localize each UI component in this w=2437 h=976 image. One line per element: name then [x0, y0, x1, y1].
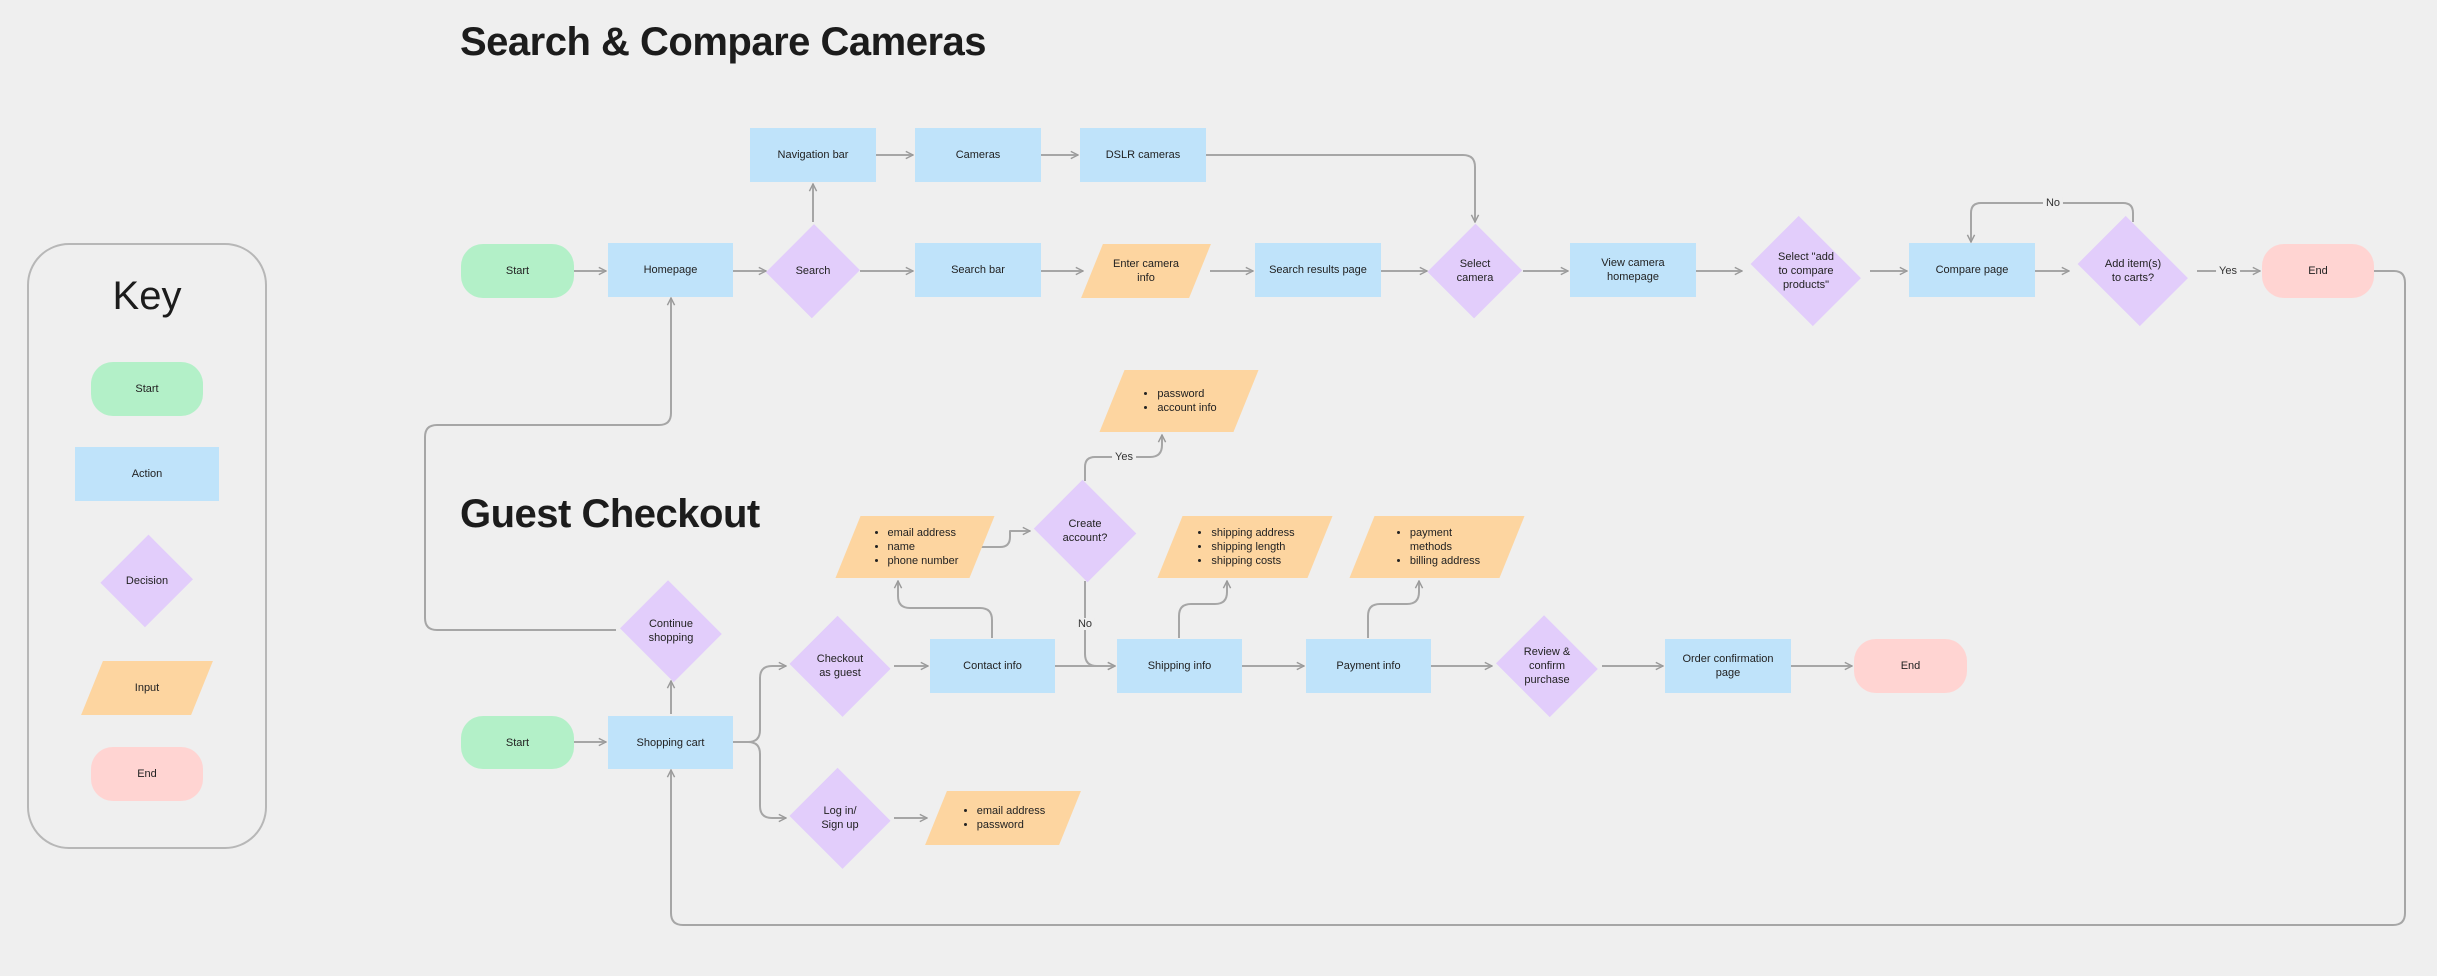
edge-dslr-select [1206, 154, 1475, 222]
list-item: phone number [888, 554, 959, 568]
key-input-label: Input [134, 682, 160, 694]
search-end[interactable]: End [2262, 244, 2374, 298]
search-start[interactable]: Start [461, 244, 574, 298]
view-camera-homepage-box[interactable]: View camera homepage [1570, 243, 1696, 297]
payment-inputs[interactable]: payment methods billing address [1362, 516, 1512, 578]
select-camera-decision[interactable]: Select camera [1427, 222, 1523, 320]
add-items-to-carts-decision[interactable]: Add item(s) to carts? [2069, 222, 2197, 320]
list-item: shipping costs [1211, 554, 1294, 568]
key-action-label: Action [131, 468, 163, 480]
list-item: password [1157, 387, 1216, 401]
edge-continue-homepage [424, 298, 671, 631]
key-end-label: End [137, 768, 157, 780]
guest-inputs-list: email address name phone number [872, 526, 959, 568]
search-decision[interactable]: Search [766, 222, 860, 320]
dslr-cameras-box[interactable]: DSLR cameras [1080, 128, 1206, 182]
compare-page-box[interactable]: Compare page [1909, 243, 2035, 297]
key-start-shape: Start [91, 362, 203, 416]
payment-inputs-list: payment methods billing address [1394, 526, 1480, 568]
payment-info-box[interactable]: Payment info [1306, 639, 1431, 693]
checkout-flow-title: Guest Checkout [460, 492, 760, 536]
key-title: Key [112, 274, 182, 318]
login-inputs-list: email address password [961, 804, 1045, 832]
list-item: name [888, 540, 959, 554]
shopping-cart-box[interactable]: Shopping cart [608, 716, 733, 769]
edge-payment-inputs [1367, 581, 1419, 638]
homepage-box[interactable]: Homepage [608, 243, 733, 297]
key-action-shape: Action [75, 447, 219, 501]
edge-shipping-inputs [1178, 581, 1227, 638]
navigation-bar-box[interactable]: Navigation bar [750, 128, 876, 182]
order-confirmation-page-box[interactable]: Order confirmation page [1665, 639, 1791, 693]
shipping-info-box[interactable]: Shipping info [1117, 639, 1242, 693]
enter-camera-info-input[interactable]: Enter camera info [1092, 244, 1200, 298]
key-decision-shape: Decision [101, 532, 193, 630]
checkout-end[interactable]: End [1854, 639, 1967, 693]
search-flow-title: Search & Compare Cameras [460, 20, 987, 64]
edge-label-yes: Yes [2216, 265, 2240, 277]
list-item: email address [888, 526, 959, 540]
edge-contact-guestinputs [898, 581, 993, 638]
guest-contact-inputs[interactable]: email address name phone number [848, 516, 982, 578]
review-confirm-purchase-decision[interactable]: Review & confirm purchase [1492, 617, 1602, 715]
log-in-sign-up-decision[interactable]: Log in/ Sign up [786, 769, 894, 867]
list-item: password [977, 818, 1045, 832]
shipping-inputs[interactable]: shipping address shipping length shippin… [1170, 516, 1320, 578]
checkout-as-guest-decision[interactable]: Checkout as guest [786, 617, 894, 715]
account-inputs-list: password account info [1141, 387, 1216, 415]
flow-connectors [424, 0, 2406, 926]
key-decision-label: Decision [125, 575, 169, 587]
contact-info-box[interactable]: Contact info [930, 639, 1055, 693]
checkout-start[interactable]: Start [461, 716, 574, 769]
search-results-page-box[interactable]: Search results page [1255, 243, 1381, 297]
account-inputs[interactable]: password account info [1112, 370, 1246, 432]
list-item: account info [1157, 401, 1216, 415]
cameras-box[interactable]: Cameras [915, 128, 1041, 182]
key-start-label: Start [135, 383, 159, 395]
list-item: billing address [1410, 554, 1480, 568]
continue-shopping-decision[interactable]: Continue shopping [616, 582, 726, 680]
key-input-shape: Input [92, 661, 202, 715]
create-account-decision[interactable]: Create account? [1030, 481, 1140, 581]
edge-cart-login [733, 741, 786, 818]
login-inputs[interactable]: email address password [936, 791, 1070, 845]
list-item: email address [977, 804, 1045, 818]
search-bar-box[interactable]: Search bar [915, 243, 1041, 297]
shipping-inputs-list: shipping address shipping length shippin… [1195, 526, 1294, 568]
edge-label-no: No [2042, 197, 2064, 209]
add-to-compare-decision[interactable]: Select "add to compare products" [1742, 222, 1870, 320]
edge-cart-guest [733, 666, 786, 743]
list-item: payment methods [1410, 526, 1480, 554]
edge-label-yes: Yes [1112, 451, 1136, 463]
list-item: shipping address [1211, 526, 1294, 540]
list-item: shipping length [1211, 540, 1294, 554]
edge-label-no: No [1074, 618, 1096, 630]
key-end-shape: End [91, 747, 203, 801]
